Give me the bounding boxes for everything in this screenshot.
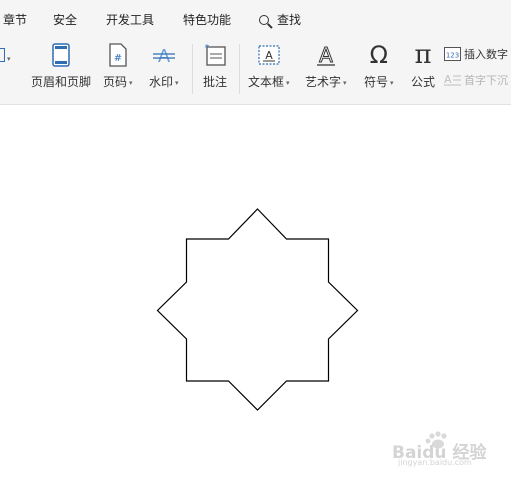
header-footer-icon [47,42,75,68]
chevron-down-icon: ▾ [343,78,347,87]
drop-cap-icon: A [444,73,461,86]
comment-button[interactable]: * 批注 [201,42,229,90]
chevron-down-icon: ▾ [390,78,394,87]
drop-cap-label: 首字下沉 [464,74,508,87]
chevron-down-icon: ▾ [7,55,11,63]
page-fragment-icon [0,48,5,62]
header-footer-label: 页眉和页脚 [31,75,92,89]
tab-developer-tools[interactable]: 开发工具 [106,11,154,28]
svg-text:#: # [114,53,122,64]
drop-cap-button[interactable]: A 首字下沉 [444,72,508,88]
comment-icon: * [201,42,229,68]
ribbon: 章节 安全 开发工具 特色功能 查找 ▾ 页眉和页脚 # 页码 ▾ A 水印 ▾… [0,0,511,105]
ribbon-tab-bar: 章节 安全 开发工具 特色功能 查找 [0,0,511,38]
tab-chapter[interactable]: 章节 [3,11,27,28]
watermark-button[interactable]: A 水印 ▾ [149,42,179,90]
baidu-jingyan-watermark: Baidu 经验 jingyan.baidu.com [392,430,487,470]
text-box-button[interactable]: A 文本框 ▾ [248,42,290,90]
tab-security[interactable]: 安全 [53,11,77,28]
insert-number-icon: 123 [444,47,461,61]
ribbon-separator [239,44,240,94]
insert-number-button[interactable]: 123 插入数字 [444,46,508,62]
text-box-label: 文本框 [248,75,285,89]
page-number-label: 页码 [103,75,128,89]
svg-text:A: A [265,49,273,62]
search-icon [259,14,269,25]
svg-text:123: 123 [446,52,459,60]
word-art-label: 艺术字 [305,75,342,89]
svg-text:A: A [319,43,333,67]
chevron-down-icon: ▾ [286,78,290,87]
svg-text:*: * [205,43,210,54]
eight-point-star-shape[interactable] [150,204,365,418]
chevron-down-icon: ▾ [175,78,179,87]
find-button[interactable]: 查找 [259,11,301,28]
watermark-icon: A [150,42,178,68]
chevron-down-icon: ▾ [129,78,133,87]
pi-formula-icon: π [414,40,432,70]
insert-number-label: 插入数字 [464,48,508,61]
word-art-button[interactable]: A 艺术字 ▾ [305,42,347,90]
page-number-button[interactable]: # 页码 ▾ [103,42,133,90]
symbol-label: 符号 [364,75,389,89]
watermark-label: 水印 [149,75,174,89]
header-footer-button[interactable]: 页眉和页脚 [31,42,91,90]
formula-label: 公式 [410,75,435,89]
omega-symbol-icon: Ω [369,41,388,69]
svg-text:A: A [158,46,171,67]
cut-off-tool[interactable]: ▾ [0,48,11,65]
svg-text:A: A [444,73,452,86]
formula-button[interactable]: π 公式 [409,42,437,90]
page-number-icon: # [104,42,132,68]
word-art-icon: A [312,42,340,68]
tab-special-features[interactable]: 特色功能 [183,11,231,28]
ribbon-separator [192,44,193,94]
find-label: 查找 [277,13,302,27]
watermark-url: jingyan.baidu.com [398,458,472,467]
comment-label: 批注 [202,75,227,89]
text-box-icon: A [255,42,283,68]
symbol-button[interactable]: Ω 符号 ▾ [364,42,394,90]
